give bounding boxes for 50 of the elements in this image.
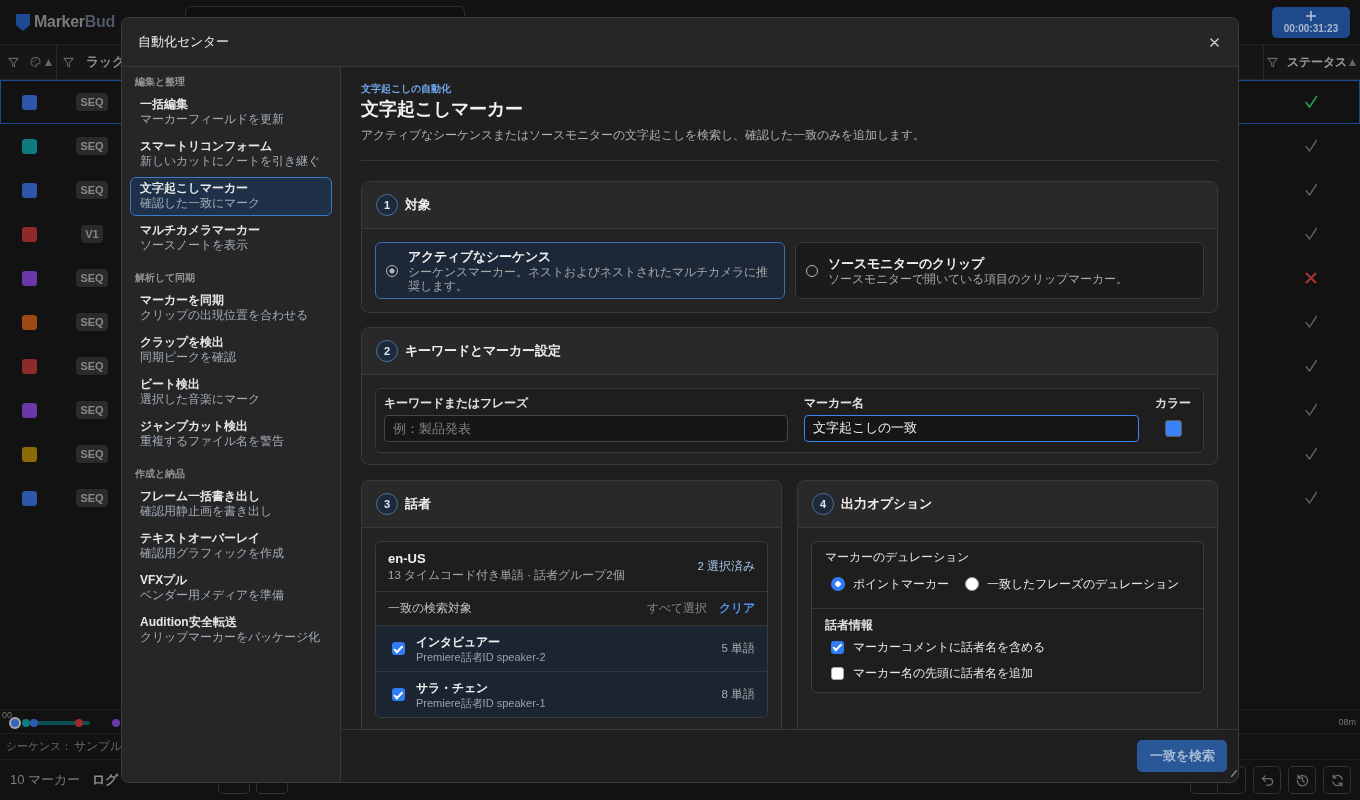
section-title: 出力オプション: [841, 495, 932, 513]
step-number: 3: [376, 493, 398, 515]
dialog-title: 自動化センター: [138, 33, 229, 51]
step-number: 2: [376, 340, 398, 362]
option-group-label: 話者情報: [825, 618, 873, 633]
timeline-end-label: 08m: [1338, 716, 1356, 727]
track-badge: SEQ: [76, 137, 108, 155]
sequence-name: サンプル: [74, 738, 122, 755]
word-count: 8 単語: [721, 687, 755, 702]
track-badge: SEQ: [76, 269, 108, 287]
checkbox-label: マーカー名の先頭に話者名を追加: [853, 664, 1033, 682]
section-title: 話者: [405, 495, 431, 513]
speaker-id: Premiere話者ID speaker-1: [416, 695, 546, 710]
speaker-summary: 13 タイムコード付き単語 · 話者グループ2個: [388, 568, 625, 583]
step-number: 1: [376, 194, 398, 216]
track-badge: SEQ: [76, 93, 108, 111]
speaker-id: Premiere話者ID speaker-2: [416, 649, 546, 664]
section-eyebrow: 文字起こしの自動化: [361, 82, 451, 95]
sidebar-group-label: 作成と納品: [135, 467, 185, 480]
language-name: en-US: [388, 550, 426, 567]
sequence-label: シーケンス：: [6, 739, 72, 754]
radio-label: 一致したフレーズのデュレーション: [987, 575, 1179, 593]
speaker-name: インタビュアー: [416, 633, 500, 650]
field-label: カラー: [1155, 396, 1191, 411]
track-badge: SEQ: [76, 357, 108, 375]
option-group-label: マーカーのデュレーション: [825, 550, 969, 565]
marker-count: 10 マーカー: [10, 771, 81, 789]
radio-label: ポイントマーカー: [853, 575, 949, 593]
speaker-name: サラ・チェン: [416, 679, 488, 696]
step-number: 4: [812, 493, 834, 515]
sidebar-group-label: 編集と整理: [135, 75, 185, 88]
page-description: アクティブなシーケンスまたはソースモニターの文字起こしを検索し、確認した一致のみを追加します。: [361, 128, 925, 143]
selection-count: 2 選択済み: [697, 559, 755, 574]
track-badge: SEQ: [76, 401, 108, 419]
track-badge: SEQ: [76, 445, 108, 463]
field-label: キーワードまたはフレーズ: [384, 396, 528, 411]
sidebar-group-label: 解析して同期: [135, 271, 195, 284]
app-logo: MarkerBud: [34, 13, 115, 31]
section-title: キーワードとマーカー設定: [405, 342, 561, 360]
field-label: マーカー名: [803, 396, 864, 411]
word-count: 5 単語: [721, 641, 755, 656]
checkbox-label: マーカーコメントに話者名を含める: [853, 638, 1045, 656]
page-heading: 文字起こしマーカー: [361, 98, 523, 121]
track-badge: SEQ: [76, 489, 108, 507]
filter-label: 一致の検索対象: [388, 601, 473, 616]
track-badge: V1: [81, 225, 103, 243]
track-badge: SEQ: [76, 313, 108, 331]
section-title: 対象: [405, 196, 431, 214]
track-badge: SEQ: [76, 181, 108, 199]
timeline-start-label: 00: [2, 710, 12, 720]
